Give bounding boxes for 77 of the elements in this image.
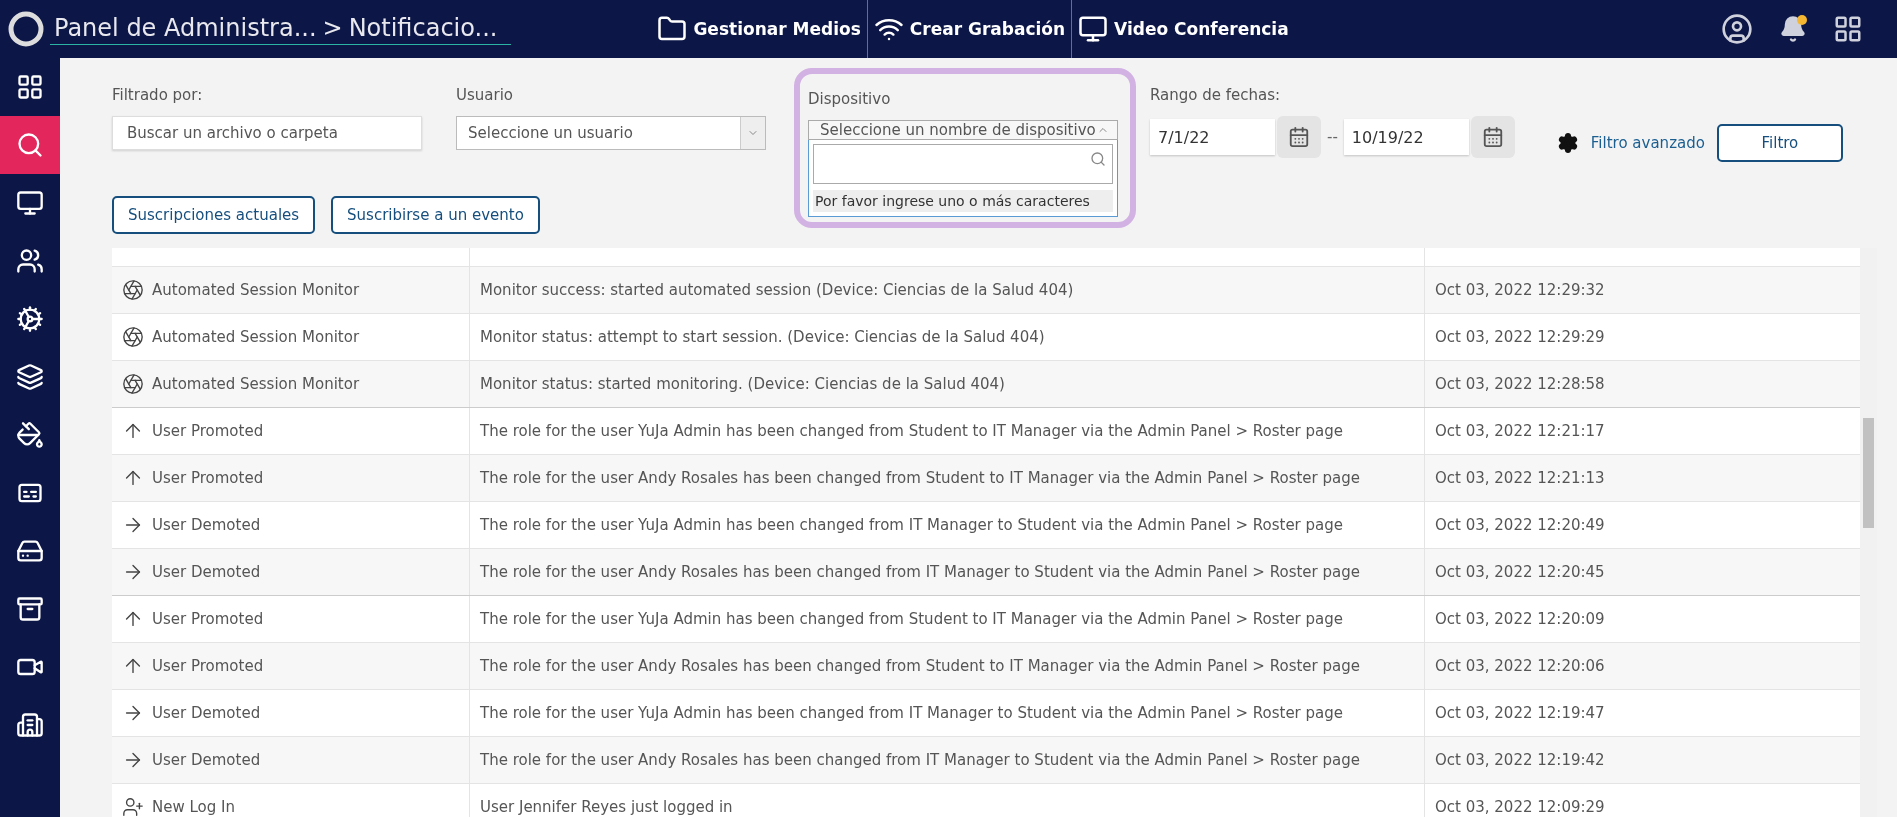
timestamp-cell: Oct 03, 2022 12:21:17 — [1435, 422, 1605, 440]
filter-button[interactable]: Filtro — [1716, 124, 1843, 162]
profile-icon[interactable] — [1721, 13, 1753, 45]
dropdown-search-field[interactable] — [813, 144, 1113, 184]
logo-icon — [8, 11, 44, 47]
search-icon — [16, 131, 44, 159]
message-cell: Monitor success: started automated session (Device: Ciencias de la Salud 404) — [480, 281, 1074, 299]
event-type-cell: New Log In — [152, 798, 235, 816]
event-type-cell: User Demoted — [152, 704, 261, 722]
calendar-icon — [1481, 126, 1504, 148]
event-type-cell: User Promoted — [152, 610, 264, 628]
dropdown-hint: Por favor ingrese uno o más caracteres — [813, 190, 1113, 212]
device-select[interactable]: Seleccione un nombre de dispositivo — [808, 120, 1118, 140]
timestamp-cell: Oct 03, 2022 12:29:29 — [1435, 328, 1605, 346]
user-plus-icon — [122, 796, 144, 817]
start-date-field[interactable]: 7/1/22 — [1150, 119, 1275, 155]
breadcrumb-separator: > — [322, 13, 343, 42]
message-cell: User Jennifer Reyes just logged in — [480, 798, 733, 816]
message-cell: The role for the user Andy Rosales has been changed from IT Manager to Student via the Admin Panel > Roster page — [480, 563, 1360, 581]
timestamp-cell: Oct 03, 2022 12:19:47 — [1435, 704, 1605, 722]
apps-grid-icon[interactable] — [1833, 14, 1863, 44]
subscription-button[interactable]: Suscribirse a un evento — [331, 196, 540, 234]
user-select[interactable]: Seleccione un usuario — [456, 116, 766, 150]
building-icon — [16, 711, 44, 739]
message-cell: The role for the user YuJa Admin has been changed from Student to IT Manager via the Admin Panel > Roster page — [480, 610, 1343, 628]
message-cell: The role for the user Andy Rosales has been changed from IT Manager to Student via the Admin Panel > Roster page — [480, 751, 1360, 769]
timestamp-cell: Oct 03, 2022 12:20:45 — [1435, 563, 1605, 581]
event-type-cell: Automated Session Monitor — [152, 281, 360, 299]
nav-link[interactable]: Crear Grabación — [867, 0, 1073, 58]
nav-link[interactable]: Video Conferencia — [1072, 0, 1295, 58]
event-type-cell: Automated Session Monitor — [152, 375, 360, 393]
archive-box-icon — [16, 595, 44, 623]
message-cell: Monitor status: attempt to start session. (Device: Ciencias de la Salud 404) — [480, 328, 1045, 346]
timestamp-cell: Oct 03, 2022 12:29:32 — [1435, 281, 1605, 299]
timestamp-cell: Oct 03, 2022 12:21:13 — [1435, 469, 1605, 487]
timestamp-cell: Oct 03, 2022 12:28:58 — [1435, 375, 1605, 393]
settings-icon — [1556, 132, 1579, 154]
monitor-icon — [16, 189, 44, 217]
breadcrumb-link[interactable]: Panel de Administra... — [54, 13, 317, 42]
timestamp-cell: Oct 03, 2022 12:20:06 — [1435, 657, 1605, 675]
paint-bucket-icon — [16, 421, 44, 449]
message-cell: The role for the user Andy Rosales has been changed from Student to IT Manager via the Admin Panel > Roster page — [480, 469, 1360, 487]
date-separator: -- — [1327, 128, 1338, 146]
end-date-field[interactable]: 10/19/22 — [1343, 119, 1469, 155]
event-type-cell: User Demoted — [152, 563, 261, 581]
calendar-button[interactable] — [1470, 116, 1515, 158]
timestamp-cell: Oct 03, 2022 12:09:29 — [1435, 798, 1605, 816]
message-cell: The role for the user YuJa Admin has been changed from IT Manager to Student via the Admin Panel > Roster page — [480, 516, 1343, 534]
timestamp-cell: Oct 03, 2022 12:20:49 — [1435, 516, 1605, 534]
message-cell: The role for the user Andy Rosales has been changed from Student to IT Manager via the Admin Panel > Roster page — [480, 657, 1360, 675]
search-icon — [1090, 151, 1106, 167]
event-type-cell: User Demoted — [152, 516, 261, 534]
subscription-button[interactable]: Suscripciones actuales — [112, 196, 316, 234]
calendar-icon — [1288, 126, 1310, 148]
timestamp-cell: Oct 03, 2022 12:20:09 — [1435, 610, 1605, 628]
people-icon — [16, 247, 44, 275]
calendar-button[interactable] — [1277, 116, 1321, 158]
event-type-cell: User Promoted — [152, 657, 264, 675]
breadcrumb-current: Notificacio... — [348, 13, 498, 42]
field-label: Usuario — [456, 86, 514, 104]
message-cell: The role for the user YuJa Admin has been changed from IT Manager to Student via the Admin Panel > Roster page — [480, 704, 1343, 722]
layers-icon — [16, 363, 44, 391]
field-label: Filtrado por: — [112, 86, 204, 104]
field-label: Dispositivo — [808, 89, 892, 108]
event-type-cell: User Demoted — [152, 751, 261, 769]
event-type-cell: Automated Session Monitor — [152, 328, 360, 346]
message-cell: The role for the user YuJa Admin has been changed from Student to IT Manager via the Admin Panel > Roster page — [480, 422, 1343, 440]
message-cell: Monitor status: started monitoring. (Device: Ciencias de la Salud 404) — [480, 375, 1005, 393]
notifications-icon[interactable] — [1779, 15, 1807, 43]
event-type-cell: User Promoted — [152, 469, 264, 487]
event-type-cell: User Promoted — [152, 422, 264, 440]
field-label: Rango de fechas: — [1150, 86, 1282, 104]
advanced-filter-link[interactable]: Filtro avanzado — [1590, 134, 1705, 152]
search-field[interactable]: Buscar un archivo o carpeta — [112, 116, 422, 150]
grid-icon — [16, 73, 44, 101]
nav-link[interactable]: Gestionar Medios — [651, 0, 868, 58]
timestamp-cell: Oct 03, 2022 12:19:42 — [1435, 751, 1605, 769]
